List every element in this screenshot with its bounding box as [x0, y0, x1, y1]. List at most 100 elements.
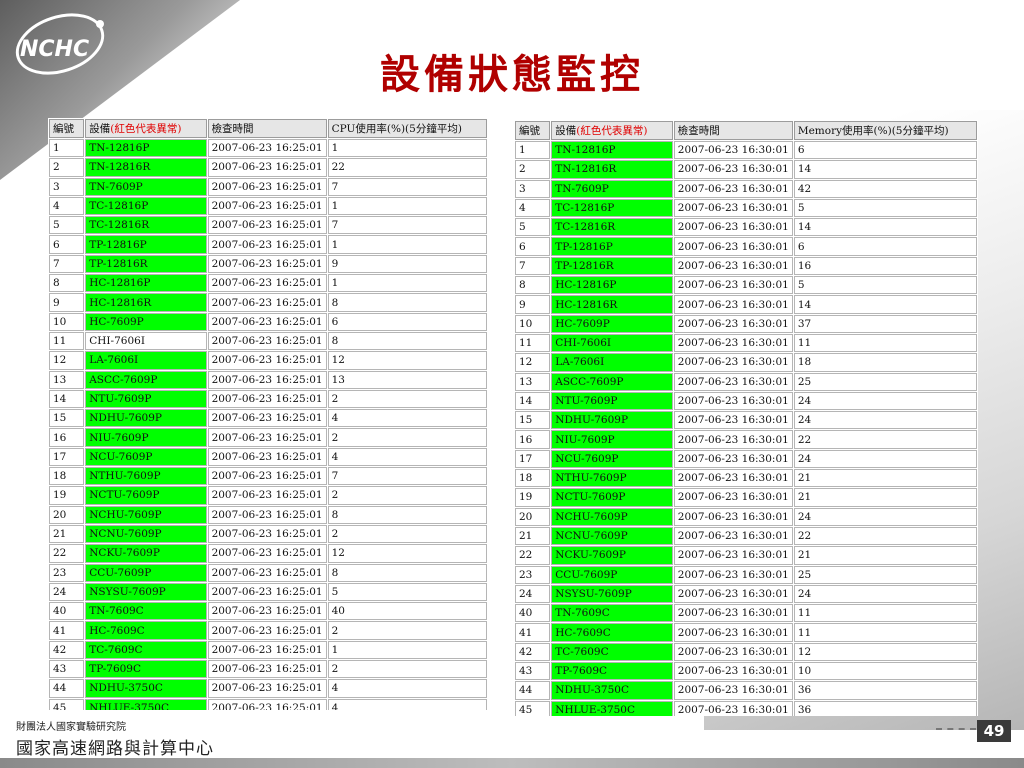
row-number: 21 — [49, 524, 85, 544]
check-time: 2007-06-23 16:25:01 — [207, 274, 327, 293]
metric-value: 11 — [793, 604, 977, 623]
table-row: 12 LA-7606I 2007-06-23 16:25:01 12 — [49, 351, 487, 370]
table-row: 10 HC-7609P 2007-06-23 16:25:01 6 — [49, 312, 487, 331]
metric-value: 22 — [327, 158, 487, 177]
device-name: NDHU-3750C — [85, 679, 207, 698]
device-name: NTHU-7609P — [551, 469, 673, 488]
table-row: 42 TC-7609C 2007-06-23 16:25:01 1 — [49, 640, 487, 660]
check-time: 2007-06-23 16:30:01 — [673, 237, 793, 256]
metric-value: 2 — [327, 660, 487, 679]
row-number: 3 — [515, 179, 551, 198]
device-name: TP-7609C — [551, 662, 673, 681]
check-time: 2007-06-23 16:25:01 — [207, 293, 327, 312]
device-name: HC-7609C — [85, 621, 207, 640]
table-row: 4 TC-12816P 2007-06-23 16:30:01 5 — [515, 198, 977, 218]
metric-value: 6 — [327, 312, 487, 331]
row-number: 23 — [49, 563, 85, 582]
check-time: 2007-06-23 16:30:01 — [673, 160, 793, 179]
row-number: 17 — [49, 447, 85, 467]
table-row: 13 ASCC-7609P 2007-06-23 16:30:01 25 — [515, 372, 977, 391]
row-number: 45 — [49, 698, 85, 710]
device-name: HC-7609C — [551, 623, 673, 642]
table-row: 17 NCU-7609P 2007-06-23 16:30:01 24 — [515, 449, 977, 469]
table-row: 44 NDHU-3750C 2007-06-23 16:30:01 36 — [515, 681, 977, 700]
metric-value: 22 — [793, 430, 977, 449]
check-time: 2007-06-23 16:25:01 — [207, 563, 327, 582]
table-row: 6 TP-12816P 2007-06-23 16:25:01 1 — [49, 235, 487, 254]
row-number: 5 — [49, 216, 85, 235]
metric-value: 2 — [327, 389, 487, 409]
check-time: 2007-06-23 16:30:01 — [673, 546, 793, 565]
device-name: HC-12816P — [85, 274, 207, 293]
check-time: 2007-06-23 16:25:01 — [207, 216, 327, 235]
table-row: 40 TN-7609C 2007-06-23 16:25:01 40 — [49, 602, 487, 621]
device-name: CCU-7609P — [85, 563, 207, 582]
check-time: 2007-06-23 16:25:01 — [207, 409, 327, 428]
check-time: 2007-06-23 16:25:01 — [207, 524, 327, 544]
footer-dashes — [936, 728, 976, 730]
metric-value: 4 — [327, 447, 487, 467]
device-name: NCNU-7609P — [551, 526, 673, 546]
table-row: 43 TP-7609C 2007-06-23 16:30:01 10 — [515, 662, 977, 681]
row-number: 6 — [515, 237, 551, 256]
metric-value: 42 — [793, 179, 977, 198]
table-row: 9 HC-12816R 2007-06-23 16:25:01 8 — [49, 293, 487, 312]
device-name: NCKU-7609P — [551, 546, 673, 565]
check-time: 2007-06-23 16:25:01 — [207, 582, 327, 602]
metric-value: 18 — [793, 353, 977, 372]
device-name: CCU-7609P — [551, 565, 673, 584]
check-time: 2007-06-23 16:25:01 — [207, 486, 327, 505]
table-row: 8 HC-12816P 2007-06-23 16:30:01 5 — [515, 276, 977, 295]
table-row: 24 NSYSU-7609P 2007-06-23 16:30:01 24 — [515, 584, 977, 604]
row-number: 16 — [515, 430, 551, 449]
device-header-note: (紅色代表異常) — [576, 125, 648, 137]
row-number: 13 — [515, 372, 551, 391]
row-number: 10 — [49, 312, 85, 331]
device-name: TC-12816R — [551, 218, 673, 237]
metric-value: 24 — [793, 584, 977, 604]
device-name: CHI-7606I — [551, 333, 673, 353]
check-time: 2007-06-23 16:30:01 — [673, 372, 793, 391]
metric-value: 8 — [327, 293, 487, 312]
table-row: 22 NCKU-7609P 2007-06-23 16:30:01 21 — [515, 546, 977, 565]
row-number: 4 — [515, 198, 551, 218]
row-number: 16 — [49, 428, 85, 447]
check-time: 2007-06-23 16:30:01 — [673, 604, 793, 623]
table-row: 43 TP-7609C 2007-06-23 16:25:01 2 — [49, 660, 487, 679]
row-number: 9 — [515, 295, 551, 314]
device-name: HC-12816P — [551, 276, 673, 295]
row-number: 23 — [515, 565, 551, 584]
metric-value: 4 — [327, 409, 487, 428]
row-number: 2 — [49, 158, 85, 177]
row-number: 44 — [49, 679, 85, 698]
row-number: 19 — [49, 486, 85, 505]
check-time: 2007-06-23 16:25:01 — [207, 698, 327, 710]
metric-value: 4 — [327, 679, 487, 698]
check-time: 2007-06-23 16:25:01 — [207, 254, 327, 274]
table-row: 42 TC-7609C 2007-06-23 16:30:01 12 — [515, 642, 977, 662]
table-row: 7 TP-12816R 2007-06-23 16:25:01 9 — [49, 254, 487, 274]
device-name: TN-7609C — [85, 602, 207, 621]
table-row: 17 NCU-7609P 2007-06-23 16:25:01 4 — [49, 447, 487, 467]
row-number: 42 — [515, 642, 551, 662]
row-number: 13 — [49, 370, 85, 389]
metric-value: 25 — [793, 565, 977, 584]
row-number: 20 — [515, 507, 551, 526]
device-name: NCNU-7609P — [85, 524, 207, 544]
device-name: TN-12816R — [85, 158, 207, 177]
device-name: NTU-7609P — [85, 389, 207, 409]
device-name: TN-7609P — [551, 179, 673, 198]
metric-value: 2 — [327, 621, 487, 640]
metric-value: 6 — [793, 237, 977, 256]
table-row: 20 NCHU-7609P 2007-06-23 16:30:01 24 — [515, 507, 977, 526]
row-number: 1 — [49, 139, 85, 158]
row-number: 41 — [49, 621, 85, 640]
row-number: 40 — [49, 602, 85, 621]
device-name: NIU-7609P — [551, 430, 673, 449]
row-number: 11 — [49, 331, 85, 351]
metric-value: 4 — [327, 698, 487, 710]
device-name: TN-7609C — [551, 604, 673, 623]
table-row: 21 NCNU-7609P 2007-06-23 16:30:01 22 — [515, 526, 977, 546]
metric-value: 13 — [327, 370, 487, 389]
metric-value: 7 — [327, 216, 487, 235]
